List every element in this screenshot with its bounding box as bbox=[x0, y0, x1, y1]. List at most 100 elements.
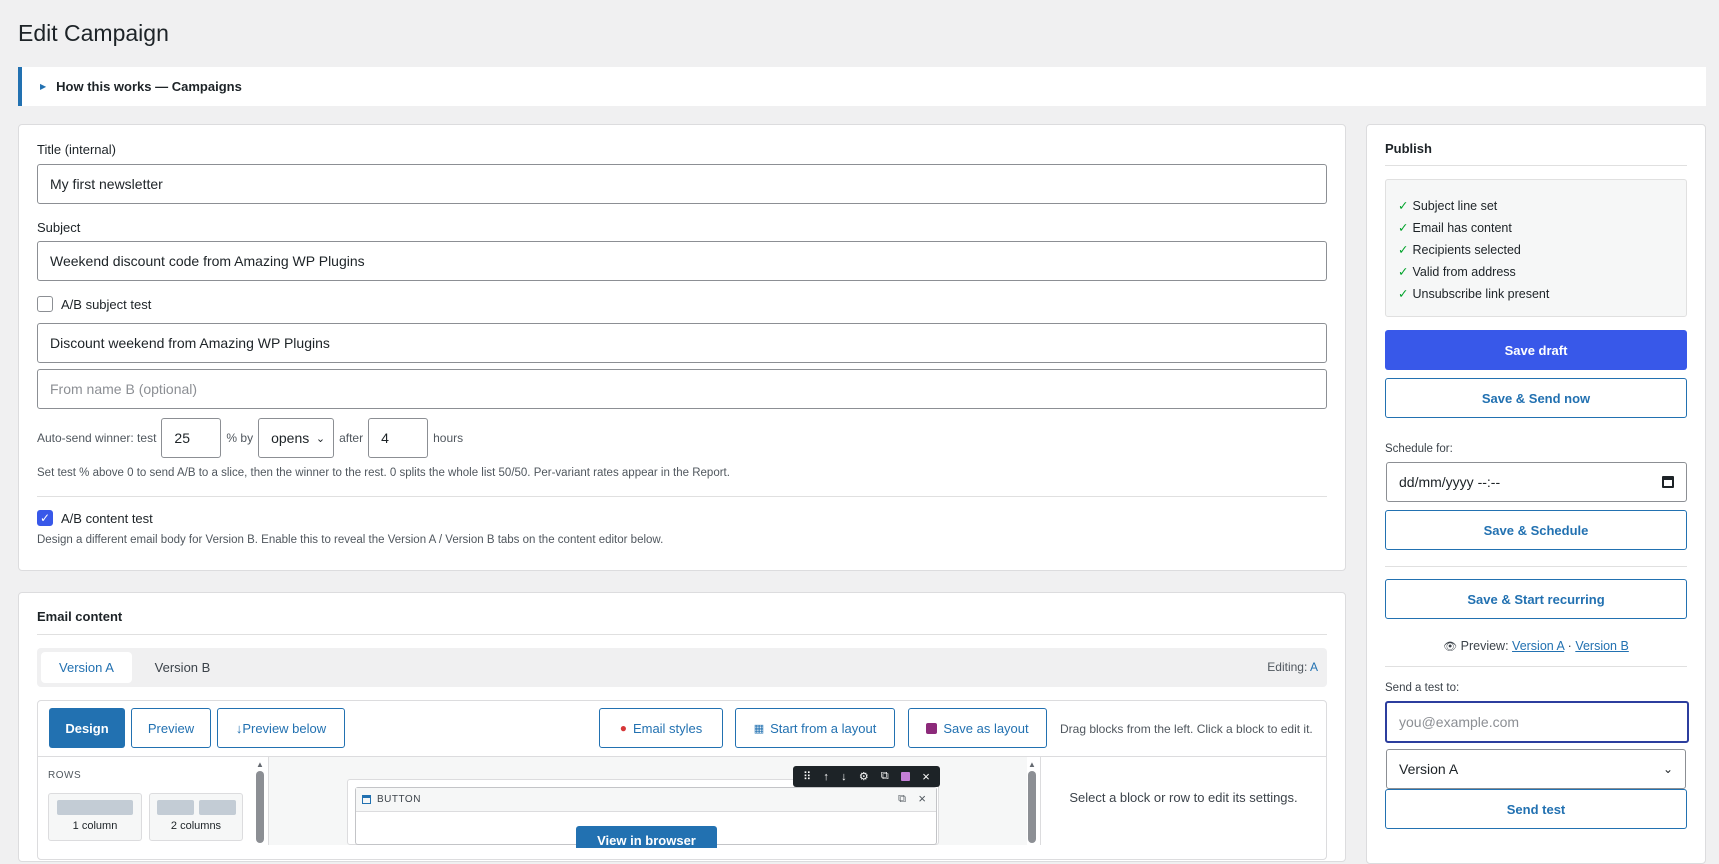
title-label: Title (internal) bbox=[37, 142, 116, 157]
scroll-up-arrow[interactable]: ▲ bbox=[255, 760, 265, 769]
scroll-thumb[interactable] bbox=[256, 771, 264, 843]
save-schedule-button[interactable]: Save & Schedule bbox=[1385, 510, 1687, 550]
autosend-row: Auto-send winner: test 25 % by opens ⌄ a… bbox=[37, 417, 463, 459]
autosend-metric-select[interactable]: opens ⌄ bbox=[258, 418, 335, 458]
chevron-down-icon: ⌄ bbox=[1662, 762, 1673, 776]
row-option-2-columns[interactable]: 2 columns bbox=[149, 793, 243, 841]
tab-version-b[interactable]: Version B bbox=[140, 652, 225, 683]
how-this-works-label: How this works — Campaigns bbox=[56, 79, 242, 94]
calendar-icon[interactable] bbox=[1662, 476, 1674, 488]
version-tabs-bar bbox=[37, 648, 1327, 687]
send-test-version-select[interactable]: Version A ⌄ bbox=[1386, 749, 1686, 789]
settings-hint: Select a block or row to edit its settin… bbox=[1069, 790, 1298, 805]
preview-version-b-link[interactable]: Version B bbox=[1575, 639, 1629, 653]
autosend-metric-value: opens bbox=[271, 430, 310, 446]
save-send-now-button[interactable]: Save & Send now bbox=[1385, 378, 1687, 418]
chevron-down-icon: ⌄ bbox=[315, 432, 326, 445]
autosend-prefix: Auto-send winner: test bbox=[37, 431, 157, 445]
preview-button[interactable]: Preview bbox=[131, 708, 211, 748]
block-icon bbox=[362, 795, 371, 804]
ab-content-toggle[interactable]: ✓ A/B content test bbox=[37, 510, 153, 526]
save-draft-button[interactable]: Save draft bbox=[1385, 330, 1687, 370]
checkmark-icon: ✓ bbox=[1398, 287, 1409, 301]
save-start-recurring-button[interactable]: Save & Start recurring bbox=[1385, 579, 1687, 619]
rows-heading: ROWS bbox=[48, 770, 82, 781]
design-button[interactable]: Design bbox=[49, 708, 125, 748]
block-toolbar: ⠿ ↑ ↓ ⚙ ⧉ × bbox=[793, 766, 940, 787]
row-option-1-column[interactable]: 1 column bbox=[48, 793, 142, 841]
how-this-works-toggle[interactable]: ▶ How this works — Campaigns bbox=[18, 67, 1706, 106]
preview-links: 👁 Preview: Version A · Version B bbox=[1385, 639, 1687, 653]
subject-label: Subject bbox=[37, 220, 81, 235]
duplicate-block-icon[interactable]: ⧉ bbox=[898, 793, 906, 806]
autosend-after-text: after bbox=[339, 431, 364, 445]
from-name-b-input[interactable]: From name B (optional) bbox=[37, 369, 1327, 409]
page-title: Edit Campaign bbox=[18, 20, 169, 46]
publish-heading: Publish bbox=[1385, 141, 1432, 156]
preview-below-button[interactable]: ↓Preview below bbox=[217, 708, 345, 748]
palette-icon: ● bbox=[619, 721, 627, 735]
tab-version-a[interactable]: Version A bbox=[41, 652, 132, 683]
divider bbox=[37, 496, 1327, 497]
email-styles-label: Email styles bbox=[632, 720, 703, 736]
start-layout-button[interactable]: ▦ Start from a layout bbox=[735, 708, 895, 748]
checklist-item-label: Recipients selected bbox=[1412, 243, 1521, 257]
save-block-icon[interactable] bbox=[901, 772, 910, 781]
gear-icon[interactable]: ⚙ bbox=[859, 770, 869, 783]
close-icon[interactable]: × bbox=[922, 769, 930, 784]
drag-handle-icon[interactable]: ⠿ bbox=[803, 770, 811, 783]
preview-label: Preview: bbox=[1460, 639, 1509, 653]
scroll-up-arrow[interactable]: ▲ bbox=[1027, 760, 1037, 769]
checklist-item-label: Valid from address bbox=[1412, 265, 1516, 279]
save-layout-label: Save as layout bbox=[943, 720, 1029, 736]
autosend-hours-input[interactable]: 4 bbox=[368, 418, 429, 458]
email-content-heading: Email content bbox=[37, 609, 123, 624]
send-test-email-input[interactable]: you@example.com bbox=[1385, 701, 1689, 743]
ab-content-checkbox[interactable]: ✓ bbox=[37, 510, 53, 526]
editing-value: A bbox=[1309, 660, 1318, 674]
canvas-scrollbar[interactable]: ▲ bbox=[1027, 760, 1037, 845]
row-preview-bar bbox=[157, 800, 194, 815]
remove-block-icon[interactable]: × bbox=[918, 791, 926, 806]
subject-b-input[interactable]: Discount weekend from Amazing WP Plugins bbox=[37, 323, 1327, 363]
divider bbox=[37, 634, 1327, 635]
autosend-percent-input[interactable]: 25 bbox=[161, 418, 222, 458]
title-input[interactable]: My first newsletter bbox=[37, 164, 1327, 204]
preview-version-a-link[interactable]: Version A bbox=[1512, 639, 1564, 653]
duplicate-icon[interactable]: ⧉ bbox=[881, 770, 889, 783]
checklist-item: ✓ Email has content bbox=[1398, 217, 1674, 239]
subject-input[interactable]: Weekend discount code from Amazing WP Pl… bbox=[37, 241, 1327, 281]
divider bbox=[1385, 566, 1687, 567]
ab-subject-checkbox[interactable] bbox=[37, 296, 53, 312]
scroll-thumb[interactable] bbox=[1028, 771, 1036, 843]
checkmark-icon: ✓ bbox=[1398, 221, 1409, 235]
eye-icon: 👁 bbox=[1443, 641, 1458, 653]
layout-icon: ▦ bbox=[753, 722, 765, 735]
start-layout-label: Start from a layout bbox=[770, 720, 877, 736]
checklist-item: ✓ Recipients selected bbox=[1398, 239, 1674, 261]
checkmark-icon: ✓ bbox=[1398, 199, 1409, 213]
left-panel-scrollbar[interactable]: ▲ bbox=[255, 760, 265, 845]
ab-subject-toggle[interactable]: A/B subject test bbox=[37, 296, 151, 312]
ab-subject-label: A/B subject test bbox=[61, 296, 152, 312]
publish-checklist: ✓ Subject line set ✓ Email has content ✓ Re… bbox=[1385, 179, 1687, 317]
triangle-right-icon: ▶ bbox=[40, 82, 47, 91]
button-block[interactable]: BUTTON ⧉ × View in browser bbox=[355, 787, 937, 848]
checklist-item-label: Subject line set bbox=[1412, 199, 1498, 213]
send-test-button[interactable]: Send test bbox=[1385, 789, 1687, 829]
schedule-datetime-input[interactable]: dd/mm/yyyy --:-- bbox=[1386, 462, 1687, 502]
checklist-item: ✓ Valid from address bbox=[1398, 261, 1674, 283]
block-label: BUTTON bbox=[377, 794, 421, 805]
floppy-disk-icon bbox=[926, 722, 938, 734]
move-up-icon[interactable]: ↑ bbox=[823, 771, 829, 783]
autosend-by-text: % by bbox=[226, 431, 254, 445]
move-down-icon[interactable]: ↓ bbox=[841, 771, 847, 783]
save-layout-button[interactable]: Save as layout bbox=[908, 708, 1047, 748]
send-test-label: Send a test to: bbox=[1385, 682, 1460, 694]
email-styles-button[interactable]: ● Email styles bbox=[599, 708, 723, 748]
send-test-version-value: Version A bbox=[1399, 761, 1459, 777]
ab-content-help: Design a different email body for Versio… bbox=[37, 534, 664, 546]
checkmark-icon: ✓ bbox=[1398, 265, 1409, 279]
editing-indicator: Editing: A bbox=[1210, 660, 1318, 674]
checkmark-icon: ✓ bbox=[1398, 243, 1409, 257]
